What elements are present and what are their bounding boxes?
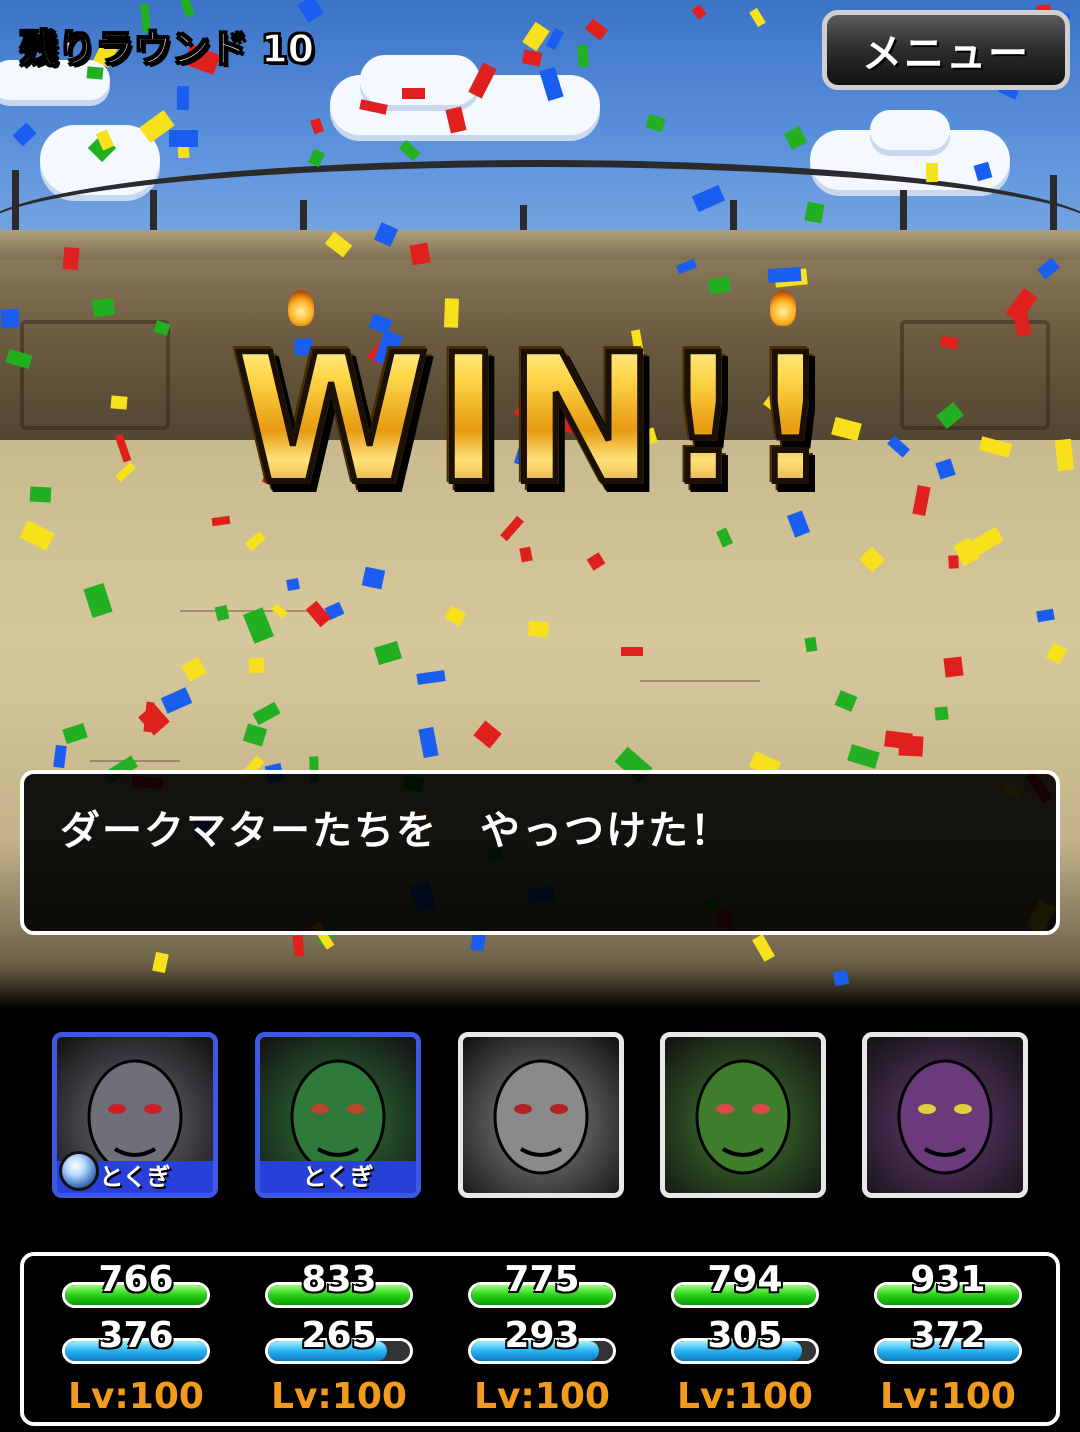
party-member-stats: 775 293 Lv:100 [454, 1256, 616, 1430]
battle-message: ダークマターたちを やっつけた！ [60, 808, 732, 854]
confetti-piece [621, 647, 643, 656]
mp-value: 376 [98, 1315, 174, 1356]
monster-face-icon [463, 1037, 619, 1193]
hp-value: 931 [910, 1259, 986, 1300]
confetti-piece [804, 201, 825, 224]
confetti-piece [948, 555, 959, 569]
confetti-piece [527, 620, 550, 638]
menu-button-label: メニュー [862, 31, 1030, 77]
hp-value: 775 [504, 1259, 580, 1300]
party-member-stats: 794 305 Lv:100 [657, 1256, 819, 1430]
level-label: Lv:100 [474, 1376, 610, 1417]
cloud [870, 110, 950, 150]
confetti-piece [409, 242, 431, 266]
menu-button[interactable]: メニュー [822, 10, 1070, 90]
confetti-piece [62, 246, 80, 271]
level-label: Lv:100 [880, 1376, 1016, 1417]
confetti-piece [402, 88, 425, 99]
party-member-portrait[interactable] [458, 1032, 624, 1198]
mp-value: 293 [504, 1315, 580, 1356]
party-member-portrait[interactable]: とくぎ [255, 1032, 421, 1198]
party-member-stats: 766 376 Lv:100 [48, 1256, 210, 1430]
confetti-piece [292, 935, 305, 957]
party-member-stats: 931 372 Lv:100 [860, 1256, 1022, 1430]
hp-value: 794 [707, 1259, 783, 1300]
confetti-piece [884, 730, 913, 750]
skill-tag: とくぎ [260, 1161, 416, 1193]
win-banner: WIN!! [195, 317, 875, 523]
confetti-piece [470, 933, 486, 952]
party-member-portrait[interactable]: とくぎ [52, 1032, 218, 1198]
ground-crack [640, 680, 760, 682]
confetti-piece [29, 486, 52, 503]
level-label: Lv:100 [68, 1376, 204, 1417]
confetti-piece [804, 636, 818, 653]
monster-face-icon [867, 1037, 1023, 1193]
confetti-piece [934, 706, 949, 721]
hp-value: 833 [301, 1259, 377, 1300]
party-member-portrait[interactable] [660, 1032, 826, 1198]
confetti-piece [0, 308, 20, 329]
confetti-piece [577, 44, 589, 68]
level-label: Lv:100 [677, 1376, 813, 1417]
confetti-piece [91, 297, 116, 318]
confetti-piece [286, 578, 300, 591]
monster-face-icon [665, 1037, 821, 1193]
rounds-remaining: 残りラウンド 10 [19, 26, 315, 72]
mp-value: 305 [707, 1315, 783, 1356]
confetti-piece [176, 85, 190, 111]
wall-panel [20, 320, 170, 430]
confetti-piece [248, 657, 265, 674]
confetti-piece [925, 162, 939, 183]
party-member-stats: 833 265 Lv:100 [251, 1256, 413, 1430]
arena-wall-top [0, 230, 1080, 260]
confetti-piece [943, 656, 964, 678]
confetti-piece [1054, 438, 1075, 472]
party-member-portrait[interactable] [862, 1032, 1028, 1198]
confetti-piece [767, 266, 802, 284]
crystal-gem-icon [59, 1151, 99, 1191]
confetti-piece [169, 130, 198, 147]
confetti-piece [110, 395, 128, 410]
hp-value: 766 [98, 1259, 174, 1300]
mp-value: 372 [910, 1315, 986, 1356]
wall-panel [900, 320, 1050, 430]
mp-value: 265 [301, 1315, 377, 1356]
confetti-piece [361, 566, 386, 590]
confetti-piece [832, 969, 850, 987]
party-stats-panel: 766 376 Lv:100 833 265 Lv:100 775 293 Lv… [20, 1252, 1060, 1426]
message-box[interactable]: ダークマターたちを やっつけた！ [20, 770, 1060, 935]
level-label: Lv:100 [271, 1376, 407, 1417]
confetti-piece [519, 546, 533, 563]
